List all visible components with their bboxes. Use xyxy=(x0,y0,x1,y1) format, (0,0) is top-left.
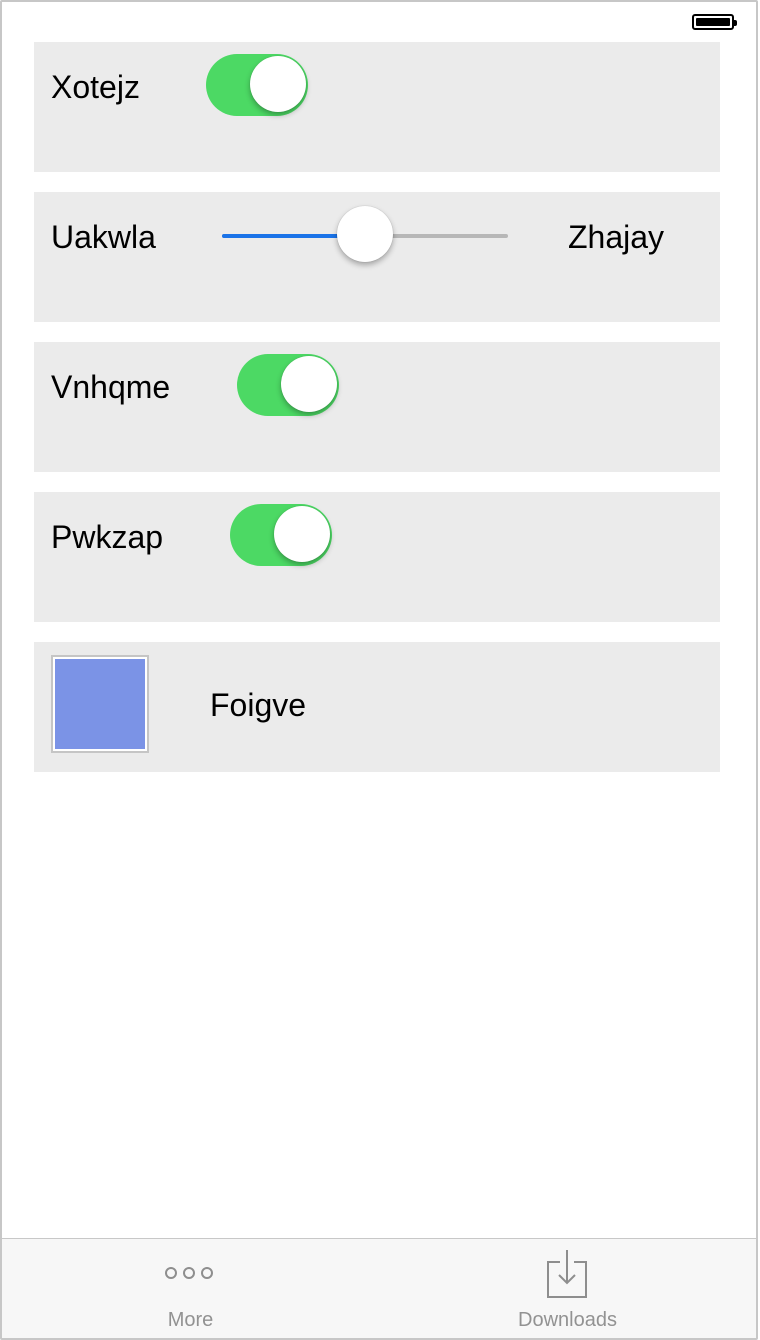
value-slider[interactable] xyxy=(222,206,508,262)
toggle-knob xyxy=(274,506,330,562)
downloads-icon xyxy=(547,1250,587,1298)
color-swatch[interactable] xyxy=(51,655,149,753)
more-dots-icon xyxy=(165,1267,215,1281)
row-label: Pwkzap xyxy=(51,519,164,555)
slider-thumb[interactable] xyxy=(337,206,393,262)
color-label: Foigve xyxy=(210,687,307,723)
tab-downloads[interactable]: Downloads xyxy=(379,1239,756,1338)
tab-label: More xyxy=(167,1309,214,1331)
slider-min-label: Uakwla xyxy=(51,219,156,255)
toggle-knob xyxy=(250,56,306,112)
settings-row-pwkzap: Pwkzap xyxy=(34,492,720,622)
row-label: Xotejz xyxy=(51,69,140,105)
color-swatch-fill xyxy=(55,659,145,749)
settings-row-color: Foigve xyxy=(34,642,720,772)
tab-label: Downloads xyxy=(518,1309,617,1331)
row-label: Vnhqme xyxy=(51,369,171,405)
tab-bar: More Downloads xyxy=(2,1238,756,1338)
settings-row-vnhqme: Vnhqme xyxy=(34,342,720,472)
settings-row-xotejz: Xotejz xyxy=(34,42,720,172)
toggle-knob xyxy=(281,356,337,412)
slider-max-label: Zhajay xyxy=(568,219,665,255)
battery-icon xyxy=(692,14,737,30)
settings-row-slider: Uakwla Zhajay xyxy=(34,192,720,322)
xotejz-toggle[interactable] xyxy=(206,54,308,116)
app-screen: Xotejz Uakwla Zhajay Vnhqme Pwkzap Foigv… xyxy=(0,0,758,1340)
vnhqme-toggle[interactable] xyxy=(237,354,339,416)
tab-more[interactable]: More xyxy=(2,1239,379,1338)
pwkzap-toggle[interactable] xyxy=(230,504,332,566)
